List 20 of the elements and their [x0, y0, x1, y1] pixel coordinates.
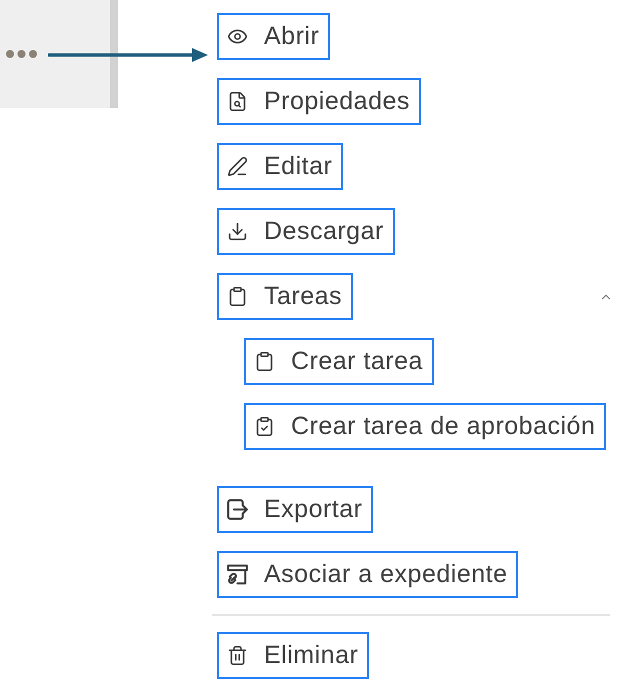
- pencil-icon: [227, 156, 248, 177]
- box-link-icon: [227, 564, 248, 585]
- menu-item[interactable]: Propiedades: [217, 78, 421, 125]
- menu-item[interactable]: Eliminar: [217, 632, 370, 679]
- menu-item[interactable]: Exportar: [217, 486, 374, 533]
- menu-item[interactable]: Descargar: [217, 208, 395, 255]
- menu-item[interactable]: Editar: [217, 143, 344, 190]
- menu-item[interactable]: Tareas: [217, 273, 354, 320]
- document-search-icon: [227, 91, 248, 112]
- ellipsis-icon[interactable]: [6, 50, 37, 58]
- clipboard-icon: [227, 286, 248, 307]
- box-arrow-icon: [227, 499, 248, 520]
- menu-item[interactable]: Asociar a expediente: [217, 551, 518, 598]
- clipboard-check-icon: [254, 416, 275, 437]
- submenu-item[interactable]: Crear tarea de aprobación: [244, 403, 606, 450]
- menu-item[interactable]: Abrir: [217, 13, 330, 60]
- submenu-item[interactable]: Crear tarea: [244, 338, 434, 385]
- download-icon: [227, 221, 248, 242]
- trash-icon: [227, 645, 248, 666]
- clipboard-icon: [254, 351, 275, 372]
